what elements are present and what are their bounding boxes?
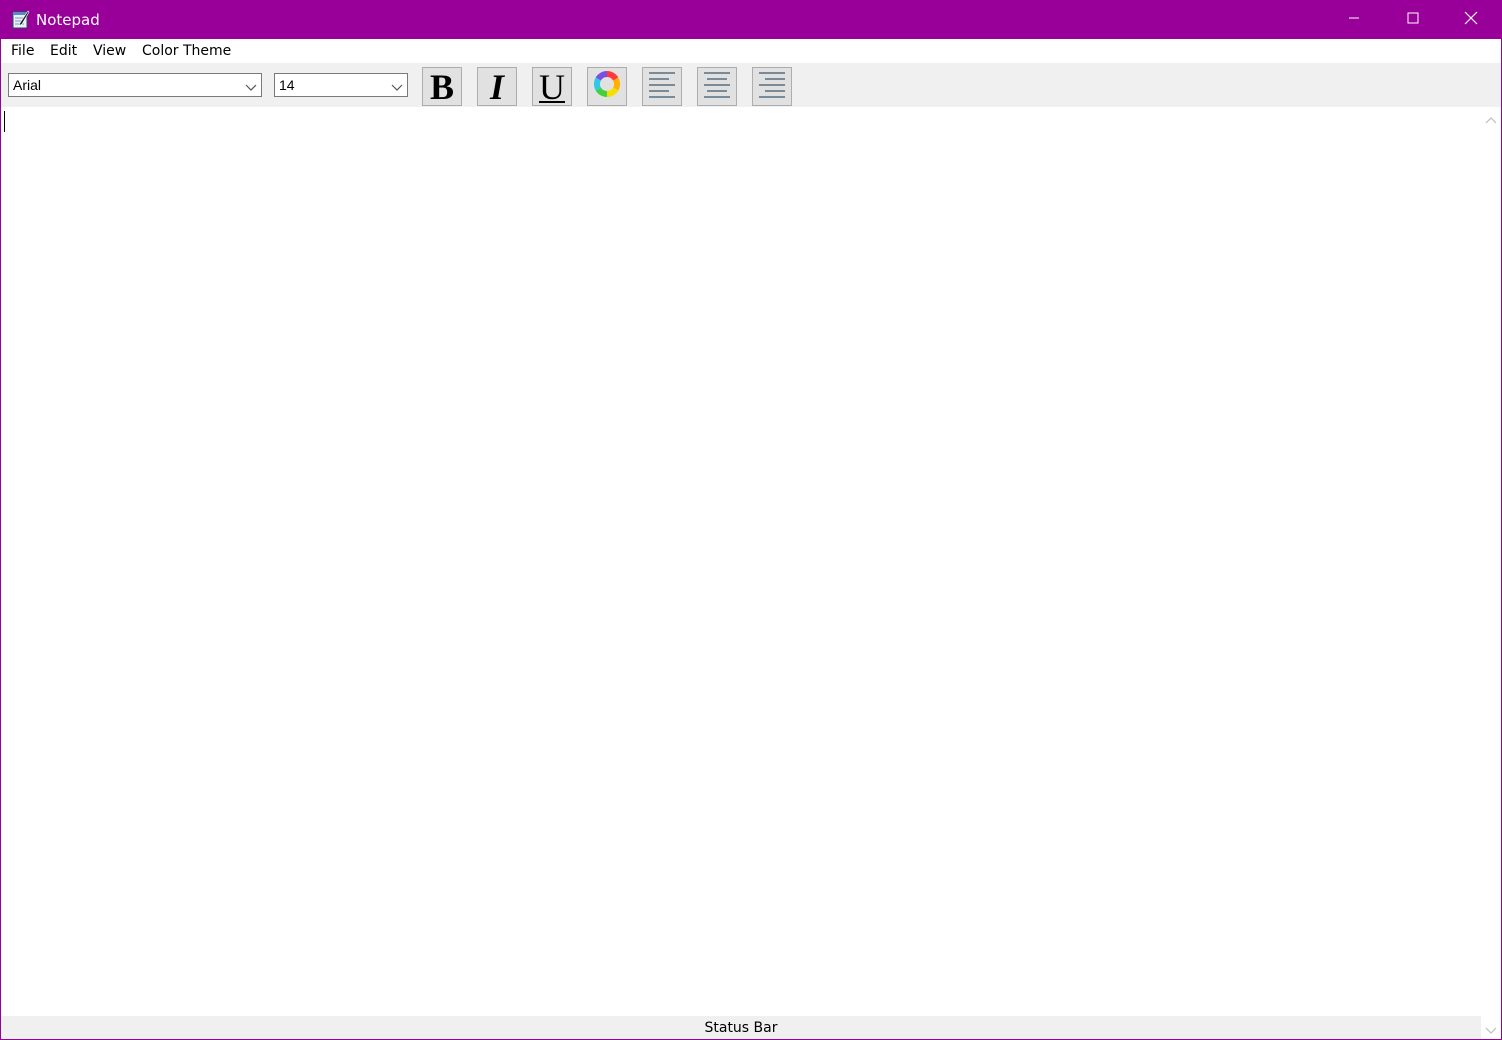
bold-button[interactable]: B — [422, 67, 462, 106]
notepad-window: Notepad File Edit View Color Theme Arial — [0, 0, 1502, 1040]
minimize-icon — [1348, 11, 1360, 29]
chevron-down-icon — [245, 80, 257, 91]
formatting-toolbar: Arial 14 B I U — [1, 63, 1501, 107]
chevron-down-icon — [391, 80, 403, 91]
window-title: Notepad — [36, 11, 100, 29]
bold-icon: B — [429, 66, 454, 107]
status-text: Status Bar — [704, 1020, 778, 1036]
font-family-select[interactable]: Arial — [8, 73, 262, 97]
color-wheel-icon — [591, 68, 623, 105]
align-right-icon — [757, 69, 787, 104]
scroll-up-icon[interactable] — [1485, 113, 1497, 124]
scroll-down-icon[interactable] — [1485, 1023, 1497, 1034]
underline-button[interactable]: U — [532, 67, 572, 106]
italic-button[interactable]: I — [477, 67, 517, 106]
text-editor[interactable] — [1, 107, 1481, 1016]
menu-edit[interactable]: Edit — [50, 43, 77, 60]
menu-file[interactable]: File — [11, 43, 34, 60]
align-center-button[interactable] — [697, 67, 737, 106]
vertical-scrollbar[interactable] — [1481, 107, 1501, 1039]
menu-view[interactable]: View — [93, 43, 126, 60]
status-bar: Status Bar — [1, 1016, 1481, 1039]
align-left-button[interactable] — [642, 67, 682, 106]
font-family-value: Arial — [13, 77, 42, 93]
maximize-button[interactable] — [1384, 1, 1442, 39]
text-color-button[interactable] — [587, 67, 627, 106]
align-left-icon — [647, 69, 677, 104]
close-button[interactable] — [1442, 1, 1500, 39]
title-bar[interactable]: Notepad — [1, 1, 1501, 39]
font-size-value: 14 — [279, 77, 295, 93]
notepad-app-icon — [12, 10, 30, 29]
underline-icon: U — [539, 66, 565, 107]
font-size-select[interactable]: 14 — [274, 73, 408, 97]
align-center-icon — [702, 69, 732, 104]
close-icon — [1464, 11, 1478, 30]
align-right-button[interactable] — [752, 67, 792, 106]
italic-icon: I — [489, 66, 504, 107]
maximize-icon — [1407, 11, 1419, 29]
menu-bar: File Edit View Color Theme — [1, 39, 1501, 63]
menu-color-theme[interactable]: Color Theme — [142, 43, 231, 60]
minimize-button[interactable] — [1325, 1, 1383, 39]
text-caret — [4, 111, 5, 132]
